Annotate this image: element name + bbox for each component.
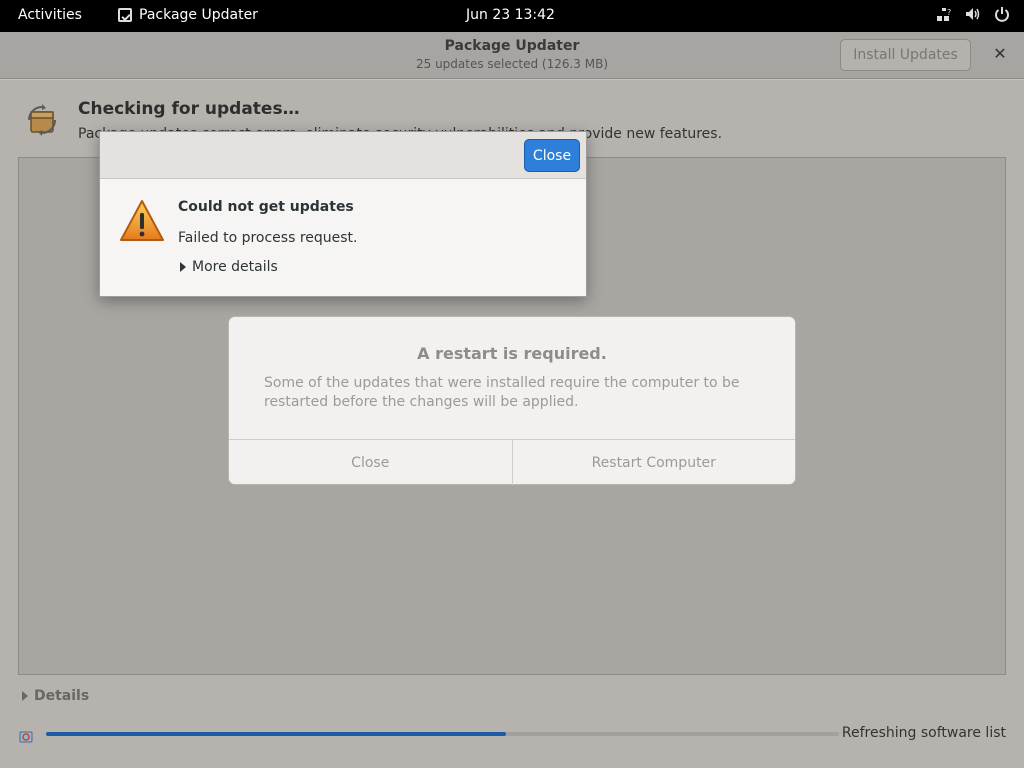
activities-button[interactable]: Activities [18, 7, 82, 23]
error-title: Could not get updates [178, 199, 354, 215]
error-close-button[interactable]: Close [524, 139, 580, 172]
more-details-label: More details [192, 259, 278, 275]
progress-fill [46, 732, 506, 736]
progress-bar [46, 732, 839, 736]
restart-button-row: Close Restart Computer [229, 439, 795, 485]
svg-text:?: ? [947, 8, 951, 17]
restart-title: A restart is required. [417, 344, 607, 363]
details-expander[interactable]: Details [22, 688, 89, 704]
restart-close-button[interactable]: Close [229, 440, 512, 485]
system-status-area[interactable]: ? [935, 6, 1010, 24]
expander-arrow-icon [180, 262, 186, 272]
error-message: Failed to process request. [178, 230, 358, 246]
error-dialog: Close Could not get updates Failed to pr… [99, 131, 587, 297]
restart-body: Some of the updates that were installed … [264, 375, 740, 410]
warning-icon [119, 198, 165, 244]
progress-status: Refreshing software list [841, 725, 1006, 741]
restart-computer-button[interactable]: Restart Computer [511, 440, 796, 485]
expander-arrow-icon [22, 691, 28, 701]
checking-heading: Checking for updates… [78, 99, 300, 119]
volume-icon[interactable] [964, 6, 981, 24]
power-icon[interactable] [993, 6, 1010, 24]
details-label: Details [34, 688, 90, 704]
header-bar: Package Updater 25 updates selected (126… [0, 32, 1024, 79]
install-updates-button[interactable]: Install Updates [840, 39, 971, 71]
network-wired-unknown-icon[interactable]: ? [935, 6, 952, 24]
refresh-package-icon [18, 728, 35, 744]
package-updater-icon [118, 8, 132, 22]
app-menu-label: Package Updater [139, 7, 258, 23]
app-menu[interactable]: Package Updater [118, 7, 258, 23]
clock[interactable]: Jun 23 13:42 [466, 7, 555, 23]
restart-dialog: A restart is required. Some of the updat… [228, 316, 796, 485]
package-icon [24, 102, 60, 138]
error-dialog-header: Close [100, 132, 586, 179]
close-icon[interactable]: ✕ [988, 44, 1012, 66]
top-bar: Activities Package Updater Jun 23 13:42 … [0, 0, 1024, 32]
more-details-expander[interactable]: More details [180, 259, 278, 275]
